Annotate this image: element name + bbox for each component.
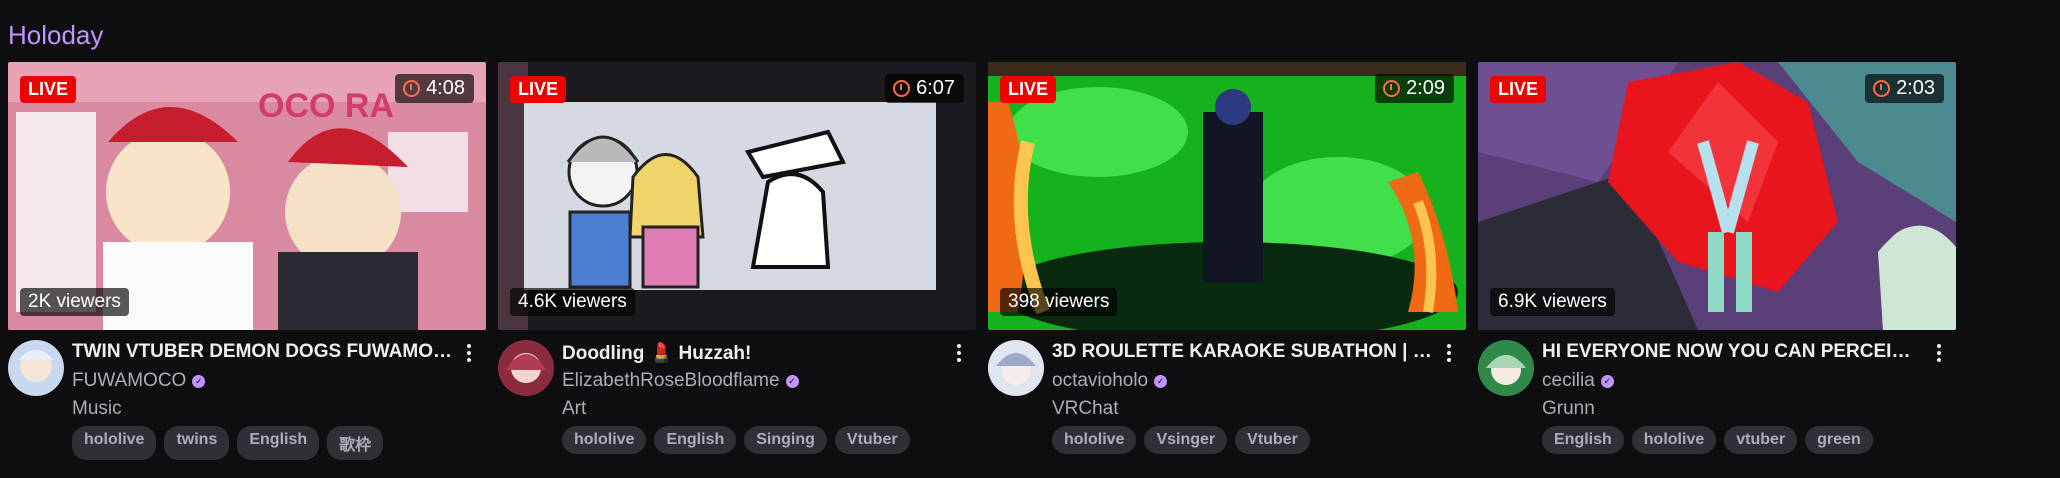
stream-title[interactable]: TWIN VTUBER DEMON DOGS FUWAMOCO CHRISTMA…	[72, 341, 452, 363]
channel-name-row[interactable]: octavioholo ✓	[1052, 370, 1168, 392]
stream-card[interactable]: LIVE 6:07 4.6K viewers Doodling 💄 Huzzah…	[498, 62, 976, 462]
uptime-value: 2:09	[1406, 77, 1445, 99]
channel-name[interactable]: cecilia	[1542, 370, 1595, 392]
viewer-count: 2K viewers	[20, 288, 129, 316]
category-link[interactable]: VRChat	[1052, 398, 1119, 420]
channel-name[interactable]: ElizabethRoseBloodflame	[562, 370, 780, 392]
stream-card[interactable]: OCO RA LIVE 4:08 2K viewers TWIN VTUBER …	[8, 62, 486, 462]
tag[interactable]: English	[237, 426, 320, 460]
verified-icon: ✓	[1600, 374, 1614, 388]
kebab-menu-icon[interactable]	[1438, 339, 1460, 367]
tag[interactable]: 歌枠	[327, 426, 384, 460]
channel-name[interactable]: FUWAMOCO	[72, 370, 186, 392]
tag[interactable]: hololive	[1052, 426, 1137, 454]
tag-list: hololive English Singing Vtuber	[562, 426, 910, 454]
stream-card[interactable]: LIVE 2:03 6.9K viewers HI EVERYONE NOW Y…	[1478, 62, 1956, 462]
stream-thumbnail[interactable]: LIVE 6:07 4.6K viewers	[498, 62, 976, 330]
live-badge: LIVE	[20, 76, 77, 103]
viewer-count: 6.9K viewers	[1490, 288, 1615, 316]
uptime-value: 4:08	[426, 77, 465, 99]
tag[interactable]: hololive	[72, 426, 157, 460]
stream-card[interactable]: LIVE 2:09 398 viewers 3D ROULETTE KARAOK…	[988, 62, 1466, 462]
verified-icon: ✓	[1154, 374, 1168, 388]
tag[interactable]: Vsinger	[1144, 426, 1228, 454]
tag[interactable]: Vtuber	[1235, 426, 1310, 454]
clock-icon	[1383, 80, 1401, 97]
clock-icon	[893, 80, 911, 97]
live-badge: LIVE	[510, 76, 567, 103]
category-link[interactable]: Grunn	[1542, 398, 1595, 420]
uptime-badge: 2:09	[1375, 74, 1454, 103]
verified-icon: ✓	[192, 374, 206, 388]
tag[interactable]: vtuber	[1724, 426, 1798, 454]
tag[interactable]: green	[1805, 426, 1873, 454]
verified-icon: ✓	[785, 374, 799, 388]
viewer-count: 4.6K viewers	[510, 288, 635, 316]
uptime-value: 6:07	[916, 77, 955, 99]
stream-thumbnail[interactable]: LIVE 2:09 398 viewers	[988, 62, 1466, 330]
category-link[interactable]: Art	[562, 398, 586, 420]
uptime-badge: 4:08	[395, 74, 474, 103]
kebab-menu-icon[interactable]	[1928, 339, 1950, 367]
tag[interactable]: English	[1542, 426, 1624, 454]
stream-title[interactable]: 3D ROULETTE KARAOKE SUBATHON | TIMER	[1052, 341, 1432, 363]
channel-name-row[interactable]: cecilia ✓	[1542, 370, 1614, 392]
tag[interactable]: English	[654, 426, 737, 454]
channel-name[interactable]: octavioholo	[1052, 370, 1148, 392]
svg-text:OCO RA: OCO RA	[258, 87, 394, 125]
tag[interactable]: Vtuber	[834, 426, 910, 454]
kebab-menu-icon[interactable]	[948, 339, 970, 367]
stream-thumbnail[interactable]: LIVE 2:03 6.9K viewers	[1478, 62, 1956, 330]
stream-title[interactable]: Doodling 💄 Huzzah!	[562, 341, 942, 365]
tag-list: English hololive vtuber green	[1542, 426, 1873, 454]
live-badge: LIVE	[1490, 76, 1547, 103]
channel-name-row[interactable]: FUWAMOCO ✓	[72, 370, 206, 392]
clock-icon	[403, 80, 421, 97]
uptime-value: 2:03	[1896, 77, 1935, 99]
stream-thumbnail[interactable]: OCO RA LIVE 4:08 2K viewers	[8, 62, 486, 330]
tag[interactable]: hololive	[562, 426, 647, 454]
clock-icon	[1873, 80, 1891, 97]
channel-name-row[interactable]: ElizabethRoseBloodflame ✓	[562, 370, 799, 392]
tag-list: hololive Vsinger Vtuber	[1052, 426, 1310, 454]
viewer-count: 398 viewers	[1000, 288, 1118, 316]
uptime-badge: 2:03	[1865, 74, 1944, 103]
channel-avatar[interactable]	[988, 340, 1044, 396]
channel-avatar[interactable]	[8, 340, 64, 396]
tag[interactable]: hololive	[1631, 426, 1717, 454]
live-badge: LIVE	[1000, 76, 1057, 103]
channel-avatar[interactable]	[498, 340, 554, 396]
tag[interactable]: twins	[164, 426, 230, 460]
tag[interactable]: Singing	[744, 426, 827, 454]
uptime-badge: 6:07	[885, 74, 964, 103]
kebab-menu-icon[interactable]	[458, 339, 480, 367]
stream-title[interactable]: HI EVERYONE NOW YOU CAN PERCEIVE!	[1542, 341, 1922, 363]
section-title[interactable]: Holoday	[8, 20, 103, 51]
tag-list: hololive twins English 歌枠	[72, 426, 384, 460]
channel-avatar[interactable]	[1478, 340, 1534, 396]
category-link[interactable]: Music	[72, 398, 122, 420]
